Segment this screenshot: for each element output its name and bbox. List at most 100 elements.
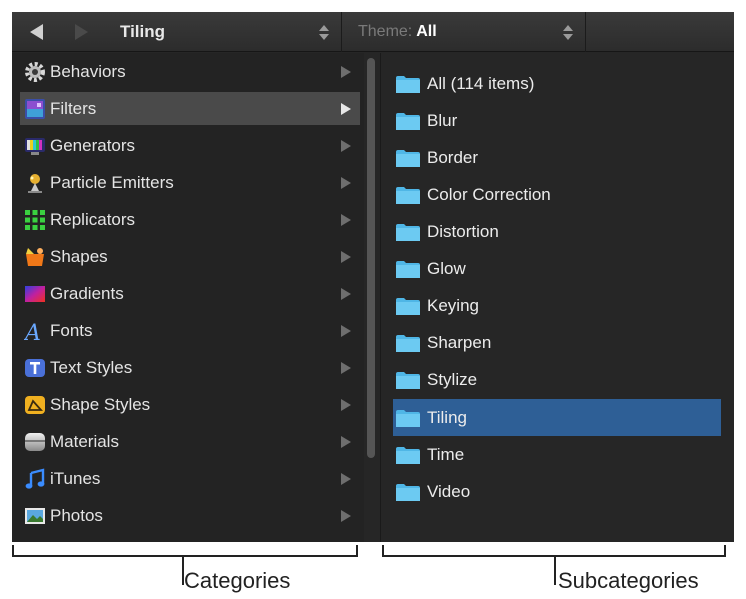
category-itunes[interactable]: iTunes bbox=[20, 462, 360, 495]
chevron-right-icon bbox=[338, 398, 354, 411]
category-photos[interactable]: Photos bbox=[20, 499, 360, 532]
shape-styles-icon bbox=[24, 394, 46, 416]
shapes-icon bbox=[24, 246, 46, 268]
category-particle-emitters[interactable]: Particle Emitters bbox=[20, 166, 360, 199]
subcategory-time[interactable]: Time bbox=[393, 436, 721, 473]
category-filters[interactable]: Filters bbox=[20, 92, 360, 125]
materials-icon bbox=[24, 431, 46, 453]
category-label: Replicators bbox=[50, 209, 136, 229]
chevron-right-icon bbox=[338, 509, 354, 522]
subcategory-label: Tiling bbox=[427, 407, 467, 427]
category-label: Shape Styles bbox=[50, 394, 151, 414]
forward-arrow-icon bbox=[75, 24, 88, 40]
category-label: Filters bbox=[50, 98, 97, 118]
subcategory-glow[interactable]: Glow bbox=[393, 250, 721, 287]
subcategory-label: Blur bbox=[427, 110, 458, 130]
category-text-styles[interactable]: Text Styles bbox=[20, 351, 360, 384]
category-replicators[interactable]: Replicators bbox=[20, 203, 360, 236]
folder-icon bbox=[396, 112, 420, 130]
category-label: iTunes bbox=[50, 468, 101, 488]
subcategory-label: Keying bbox=[427, 295, 479, 315]
text-styles-icon bbox=[24, 357, 46, 379]
back-button[interactable] bbox=[20, 20, 54, 44]
popup-arrows-icon bbox=[317, 21, 331, 43]
categories-scrollbar[interactable] bbox=[367, 58, 375, 458]
theme-prefix-label: Theme: bbox=[358, 23, 413, 40]
subcategory-label: Stylize bbox=[427, 369, 478, 389]
chevron-right-icon bbox=[338, 250, 354, 263]
subcategory-label: Time bbox=[427, 444, 465, 464]
subcategory-all[interactable]: All (114 items) bbox=[393, 65, 721, 102]
chevron-right-icon bbox=[338, 139, 354, 152]
folder-icon bbox=[396, 483, 420, 501]
subcategory-stylize[interactable]: Stylize bbox=[393, 361, 721, 398]
chevron-right-icon bbox=[338, 176, 354, 189]
theme-value-label: All bbox=[416, 23, 437, 40]
photos-icon bbox=[24, 505, 46, 527]
category-fonts[interactable]: A Fonts bbox=[20, 314, 360, 347]
gradients-icon bbox=[24, 283, 46, 305]
folder-path-label: Tiling bbox=[120, 22, 166, 41]
back-arrow-icon bbox=[30, 24, 43, 40]
category-label: Generators bbox=[50, 135, 136, 155]
folder-path-popup[interactable]: Tiling bbox=[108, 12, 342, 52]
itunes-icon bbox=[24, 467, 46, 490]
chevron-right-icon bbox=[338, 324, 354, 337]
category-shapes[interactable]: Shapes bbox=[20, 240, 360, 273]
svg-text:A: A bbox=[24, 321, 41, 342]
subcategory-distortion[interactable]: Distortion bbox=[393, 213, 721, 250]
folder-icon bbox=[396, 186, 420, 204]
category-label: Materials bbox=[50, 431, 119, 451]
category-label: Particle Emitters bbox=[50, 172, 174, 192]
subcategories-column: All (114 items) Blur Border Color Correc… bbox=[381, 53, 734, 542]
forward-button[interactable] bbox=[66, 20, 96, 44]
chevron-right-icon bbox=[338, 361, 354, 374]
popup-arrows-icon bbox=[561, 21, 575, 43]
subcategory-keying[interactable]: Keying bbox=[393, 287, 721, 324]
generators-icon bbox=[24, 135, 46, 157]
subcategory-color-correction[interactable]: Color Correction bbox=[393, 176, 721, 213]
folder-icon bbox=[396, 334, 420, 352]
subcategory-label: Sharpen bbox=[427, 332, 492, 352]
category-label: Text Styles bbox=[50, 357, 133, 377]
folder-icon bbox=[396, 75, 420, 93]
category-materials[interactable]: Materials bbox=[20, 425, 360, 458]
subcategory-label: Glow bbox=[427, 258, 466, 278]
category-label: Behaviors bbox=[50, 61, 126, 81]
subcategory-tiling[interactable]: Tiling bbox=[393, 399, 721, 436]
folder-icon bbox=[396, 297, 420, 315]
subcategory-border[interactable]: Border bbox=[393, 139, 721, 176]
library-browser: Tiling Theme: All Behaviors Filters Gene… bbox=[12, 12, 734, 542]
subcategory-sharpen[interactable]: Sharpen bbox=[393, 324, 721, 361]
folder-icon bbox=[396, 446, 420, 464]
folder-icon bbox=[396, 371, 420, 389]
chevron-right-icon bbox=[338, 435, 354, 448]
category-label: Gradients bbox=[50, 283, 124, 303]
chevron-right-icon bbox=[338, 102, 354, 115]
subcategory-label: Color Correction bbox=[427, 184, 551, 204]
subcategory-blur[interactable]: Blur bbox=[393, 102, 721, 139]
chevron-right-icon bbox=[338, 287, 354, 300]
behaviors-gear-icon bbox=[24, 61, 46, 83]
chevron-right-icon bbox=[338, 472, 354, 485]
category-generators[interactable]: Generators bbox=[20, 129, 360, 162]
category-label: Photos bbox=[50, 505, 103, 525]
folder-icon bbox=[396, 260, 420, 278]
subcategory-label: Video bbox=[427, 481, 471, 501]
category-label: Shapes bbox=[50, 246, 108, 266]
particle-emitters-icon bbox=[24, 172, 46, 194]
subcategory-video[interactable]: Video bbox=[393, 473, 721, 510]
category-label: Fonts bbox=[50, 320, 93, 340]
categories-column: Behaviors Filters Generators Particle Em… bbox=[12, 53, 364, 542]
chevron-right-icon bbox=[338, 65, 354, 78]
replicators-icon bbox=[24, 209, 46, 231]
chevron-right-icon bbox=[338, 213, 354, 226]
subcategory-label: Distortion bbox=[427, 221, 499, 241]
categories-callout: Categories bbox=[184, 568, 291, 593]
theme-popup[interactable]: Theme: All bbox=[348, 12, 586, 52]
category-behaviors[interactable]: Behaviors bbox=[20, 55, 360, 88]
category-gradients[interactable]: Gradients bbox=[20, 277, 360, 310]
category-shape-styles[interactable]: Shape Styles bbox=[20, 388, 360, 421]
subcategory-label: All (114 items) bbox=[427, 73, 535, 93]
filters-icon bbox=[24, 98, 46, 120]
